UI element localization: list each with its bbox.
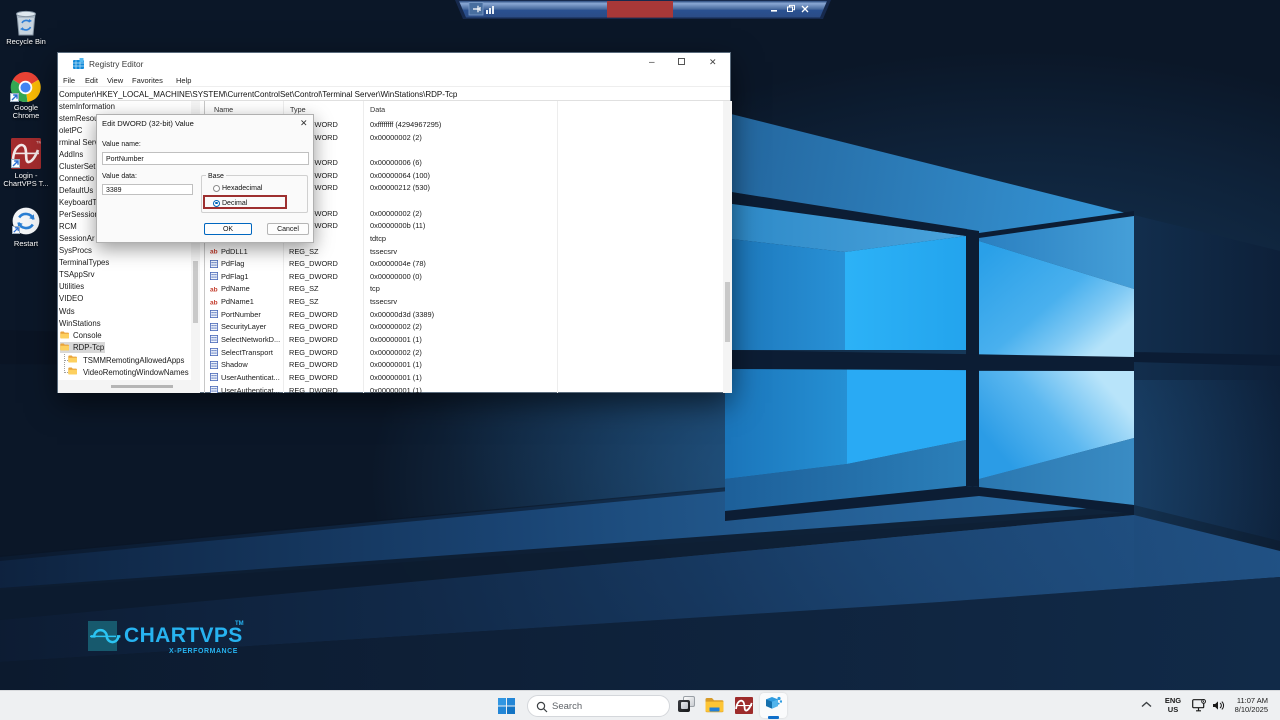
svg-text:ab: ab — [210, 286, 218, 293]
svg-text:TM: TM — [36, 140, 41, 145]
svg-text:ab: ab — [210, 299, 218, 306]
svg-text:ab: ab — [210, 249, 218, 256]
